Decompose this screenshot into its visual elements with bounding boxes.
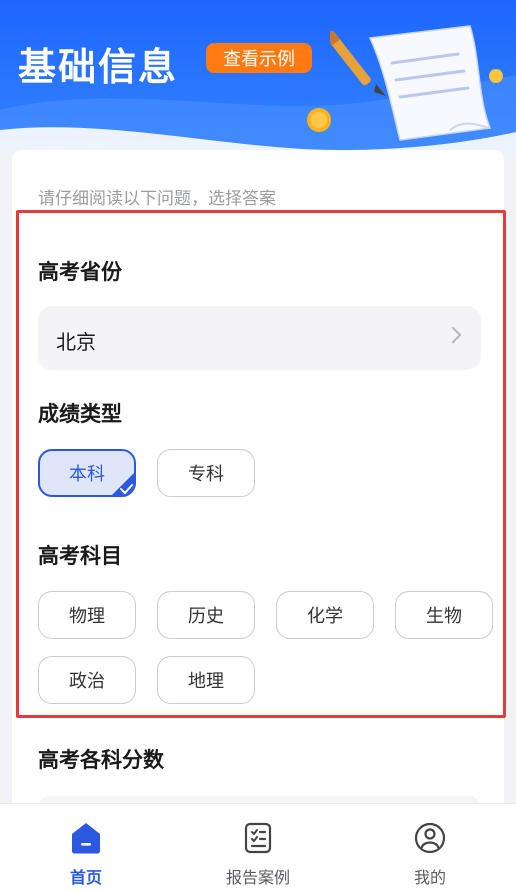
- chip-label: 本科: [69, 464, 105, 485]
- score-type-option-undergraduate[interactable]: 本科: [38, 449, 136, 497]
- province-value: 北京: [56, 330, 96, 354]
- score-type-option-junior-college[interactable]: 专科: [157, 449, 255, 497]
- tab-profile[interactable]: 我的: [344, 804, 516, 892]
- scores-section-title: 高考各科分数: [38, 748, 164, 772]
- subject-option-chemistry[interactable]: 化学: [276, 591, 374, 639]
- subjects-section-title: 高考科目: [38, 544, 122, 568]
- tab-report-cases[interactable]: 报告案例: [172, 804, 344, 892]
- checkmark-icon: [112, 473, 134, 495]
- chip-label: 政治: [69, 671, 105, 692]
- chip-label: 生物: [426, 606, 462, 627]
- profile-icon: [414, 822, 446, 854]
- subject-option-geography[interactable]: 地理: [157, 656, 255, 704]
- bottom-tab-bar: 首页 报告案例 我的: [0, 803, 516, 892]
- score-type-section-title: 成绩类型: [38, 402, 122, 426]
- subject-option-physics[interactable]: 物理: [38, 591, 136, 639]
- chip-label: 物理: [69, 606, 105, 627]
- chip-label: 化学: [307, 606, 343, 627]
- coin-icon: [307, 108, 331, 132]
- province-select[interactable]: 北京: [38, 306, 481, 370]
- tab-home-label: 首页: [69, 868, 102, 887]
- chip-label: 地理: [188, 671, 224, 692]
- home-icon: [72, 823, 100, 854]
- report-list-icon: [244, 822, 272, 854]
- view-example-button[interactable]: 查看示例: [206, 43, 312, 73]
- subject-option-politics[interactable]: 政治: [38, 656, 136, 704]
- chip-label: 历史: [188, 606, 224, 627]
- tab-report-cases-label: 报告案例: [225, 868, 290, 887]
- instruction-text: 请仔细阅读以下问题，选择答案: [38, 189, 276, 209]
- tab-profile-label: 我的: [413, 868, 446, 887]
- page-title: 基础信息: [18, 45, 179, 89]
- chevron-right-icon: [444, 326, 462, 344]
- subject-option-history[interactable]: 历史: [157, 591, 255, 639]
- tab-home[interactable]: 首页: [0, 804, 172, 892]
- paper-pen-illustration: [330, 25, 503, 141]
- province-section-title: 高考省份: [38, 260, 122, 284]
- chip-label: 专科: [188, 464, 224, 485]
- subject-option-biology[interactable]: 生物: [395, 591, 493, 639]
